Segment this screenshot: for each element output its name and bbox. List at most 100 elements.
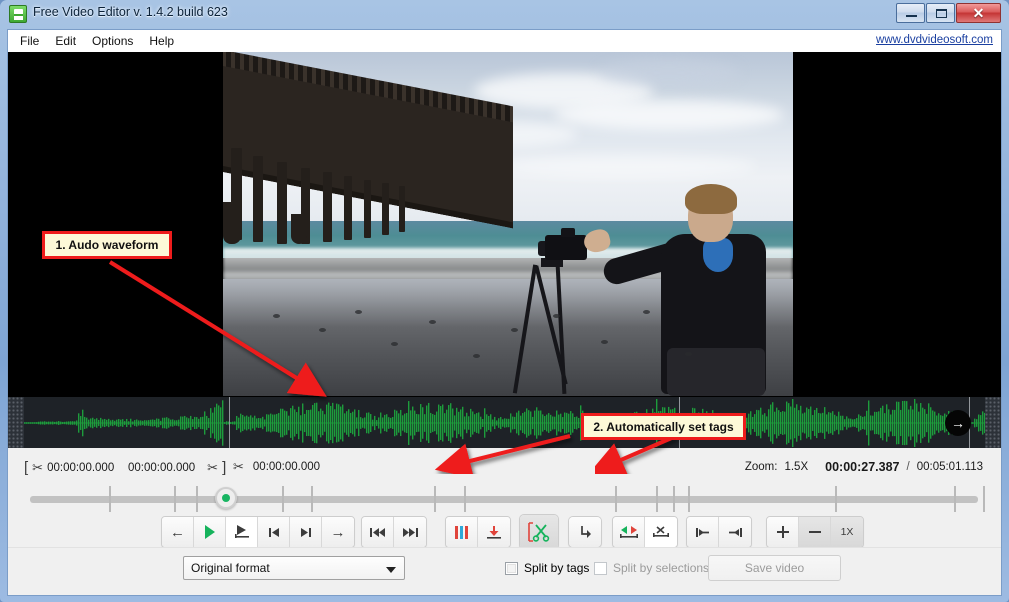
current-time: 00:00:27.387 [825,460,899,474]
zoom-in-button[interactable] [767,517,799,547]
tag-time: 00:00:00.000 [253,461,320,473]
clear-range-button[interactable] [645,517,677,547]
pier-piling [277,162,287,244]
output-format-select[interactable]: Original format [183,556,405,580]
footprint [355,310,362,314]
skip-end-icon [299,526,313,539]
footprint [685,352,692,356]
chevron-down-icon [386,567,396,573]
scissors-icon [527,522,551,542]
zoom-out-button[interactable] [799,517,831,547]
timeline-tick [615,486,617,512]
arrow-left-icon: ← [170,525,185,540]
person-legs [667,348,765,396]
footprint [473,354,480,358]
total-time: 00:05:01.113 [917,461,983,473]
maximize-button[interactable] [926,3,955,23]
cut-start-time: 00:00:00.000 [47,462,114,474]
split-by-selections-checkbox [594,562,607,575]
jump-start-button[interactable] [362,517,394,547]
app-icon [9,5,27,23]
minimize-button[interactable] [896,3,925,23]
skip-start-icon [267,526,281,539]
toolbar-group-selection [612,516,678,548]
rewind-icon [369,526,387,539]
footprint [391,342,398,346]
step-forward-button[interactable]: → [322,517,354,547]
timeline-tick [835,486,837,512]
cut-start-group: [ ✂ 00:00:00.000 [24,460,114,475]
prev-frame-button[interactable] [258,517,290,547]
prev-marker-button[interactable] [687,517,719,547]
jump-end-button[interactable] [394,517,426,547]
video-preview-area[interactable] [8,52,1001,396]
menu-bar: File Edit Options Help www.dvdvideosoft.… [8,30,1001,52]
footprint [643,310,650,314]
audio-waveform-panel[interactable]: → [8,396,1001,448]
timeline-tick [954,486,956,512]
footprint [429,320,436,324]
fast-forward-icon [401,526,419,539]
cloud [497,155,757,177]
marker-right-icon [726,526,744,539]
timeline-slider[interactable] [8,482,1001,516]
tag-bars-icon [455,526,468,539]
split-by-tags-checkbox[interactable] [505,562,518,575]
set-tags-button[interactable] [446,517,478,547]
timeline-playhead-thumb[interactable] [215,487,237,509]
marker-left-icon [694,526,712,539]
toolbar-group-playback: ← [161,516,355,548]
zoom-reset-button[interactable]: 1X [831,517,863,547]
menu-item-options[interactable]: Options [84,32,141,50]
waveform-canvas[interactable] [24,397,985,448]
pier-piling [382,183,389,235]
callout-auto-tags: 2. Automatically set tags [581,413,746,440]
waveform-grip-left[interactable] [8,397,24,448]
cloud [599,59,739,87]
undo-button[interactable] [569,517,601,547]
cut-duration-time: 00:00:00.000 [128,462,195,474]
step-back-button[interactable]: ← [162,517,194,547]
scissors-start-icon: ✂ [32,461,43,474]
minus-icon [808,525,822,539]
time-separator: / [907,461,910,473]
menu-item-file[interactable]: File [12,32,47,50]
camera-body [545,235,587,260]
pier-piling [364,180,371,238]
cut-button[interactable] [520,515,558,549]
footprint [319,328,326,332]
footprint [511,328,518,332]
split-by-selections-checkbox-row: Split by selections [594,561,709,575]
select-range-button[interactable] [613,517,645,547]
next-marker-button[interactable] [719,517,751,547]
playback-position-group: Zoom: 1.5X 00:00:27.387 / 00:05:01.113 [745,460,983,474]
tag-time-group: ✂ 00:00:00.000 [233,460,320,473]
play-selection-button[interactable] [226,517,258,547]
person-shirt [703,238,733,272]
split-by-tags-checkbox-row[interactable]: Split by tags [505,561,589,575]
close-button[interactable]: ✕ [956,3,1001,23]
waveform-grip-right[interactable] [985,397,1001,448]
play-button[interactable] [194,517,226,547]
close-icon: ✕ [957,4,1000,22]
waveform-scroll-right-button[interactable]: → [945,410,971,436]
window-controls: ✕ [895,3,1001,23]
camera-viewfinder [561,228,575,237]
menu-item-edit[interactable]: Edit [47,32,84,50]
pier-piling-base [223,202,241,244]
menu-items: File Edit Options Help [12,30,182,52]
timecode-row: [ ✂ 00:00:00.000 00:00:00.000 ✂ ] ✂ 00:0… [8,454,1001,482]
arrow-right-icon: → [331,525,346,540]
timeline-tick [464,486,466,512]
menu-item-help[interactable]: Help [141,32,182,50]
bracket-close-icon: ] [222,460,226,475]
website-link[interactable]: www.dvdvideosoft.com [876,34,993,46]
timeline-tick [109,486,111,512]
next-frame-button[interactable] [290,517,322,547]
insert-tag-button[interactable] [478,517,510,547]
play-icon [205,525,215,539]
select-range-icon [618,524,640,540]
pier-piling [399,186,405,232]
waveform-svg [24,397,985,448]
pier-piling [323,172,332,242]
